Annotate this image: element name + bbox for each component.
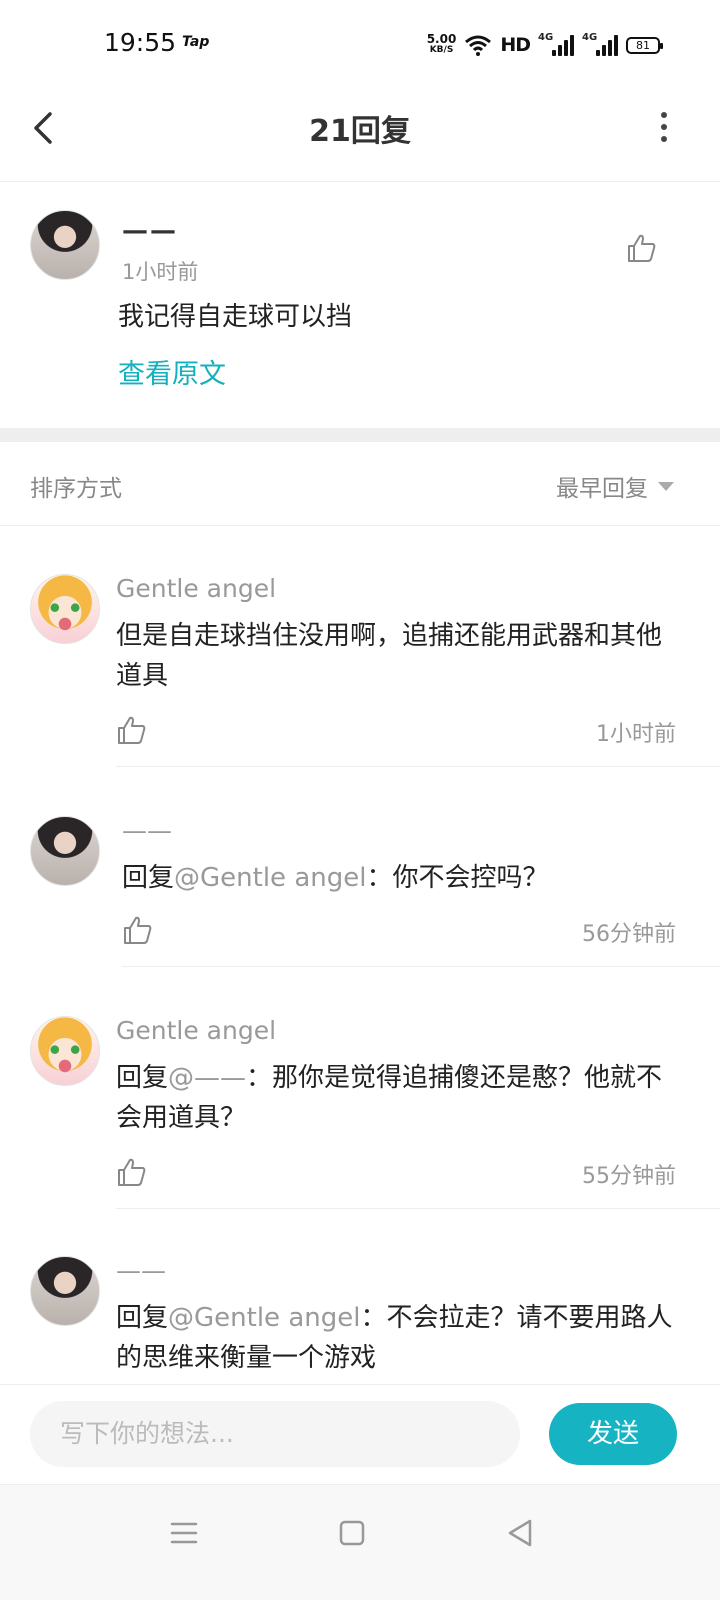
square-icon[interactable] — [332, 1513, 372, 1553]
avatar[interactable] — [30, 816, 100, 886]
thumbs-up-icon[interactable] — [626, 232, 658, 264]
original-comment: —— 1小时前 我记得自走球可以挡 查看原文 — [0, 182, 720, 428]
reply-text: 回复@Gentle angel：不会拉走？请不要用路人的思维来衡量一个游戏 — [116, 1303, 673, 1373]
triangle-back-icon[interactable] — [500, 1513, 540, 1553]
list-item: Gentle angel 回复@——：那你是觉得追捕傻还是憨？他就不会用道具？ … — [0, 1016, 720, 1210]
reply-time: 1小时前 — [596, 722, 676, 747]
mention-link[interactable]: @Gentle angel — [174, 863, 366, 893]
section-divider — [0, 428, 720, 442]
signal-icon-1: 4G — [538, 32, 574, 56]
caret-down-icon — [658, 481, 674, 491]
avatar[interactable] — [30, 210, 100, 280]
thumbs-up-icon[interactable] — [122, 914, 154, 946]
status-bar: 19:55 Tap 5.00 KB/S HD 4G 4G 81 — [0, 0, 720, 90]
battery-icon: 81 — [626, 36, 663, 54]
more-vertical-icon[interactable] — [658, 112, 670, 142]
network-speed: 5.00 KB/S — [426, 32, 457, 55]
comment-time: 1小时前 — [122, 260, 199, 284]
view-original-link[interactable]: 查看原文 — [118, 352, 226, 391]
list-item: —— 回复@Gentle angel：你不会控吗？ 56分钟前 — [0, 816, 720, 970]
sort-selected: 最早回复 — [556, 476, 648, 502]
page-header: 21回复 — [0, 90, 720, 182]
reply-author[interactable]: Gentle angel — [116, 574, 276, 603]
thumbs-up-icon[interactable] — [116, 714, 148, 746]
avatar[interactable] — [30, 1016, 100, 1086]
send-button[interactable]: 发送 — [549, 1403, 677, 1465]
menu-icon[interactable] — [164, 1513, 204, 1553]
reply-text: 回复@——：那你是觉得追捕傻还是憨？他就不会用道具？ — [116, 1063, 663, 1133]
avatar[interactable] — [30, 1256, 100, 1326]
comment-author[interactable]: —— — [122, 216, 178, 246]
battery-level: 81 — [636, 38, 650, 52]
sort-row: 排序方式 最早回复 — [0, 442, 720, 526]
wifi-icon — [465, 35, 492, 56]
mention-link[interactable]: @—— — [168, 1063, 246, 1093]
divider — [122, 966, 720, 967]
reply-time: 56分钟前 — [582, 922, 676, 947]
sort-dropdown[interactable]: 最早回复 — [556, 469, 674, 503]
status-icons: 5.00 KB/S HD 4G 4G 81 — [426, 30, 663, 60]
reply-time: 55分钟前 — [582, 1164, 676, 1189]
reply-author[interactable]: —— — [116, 1256, 166, 1285]
status-time: 19:55 — [104, 28, 177, 57]
reply-author[interactable]: Gentle angel — [116, 1016, 276, 1045]
comment-text: 我记得自走球可以挡 — [118, 302, 353, 332]
reply-text: 回复@Gentle angel：你不会控吗？ — [122, 863, 549, 893]
hd-indicator: HD — [500, 34, 531, 56]
app-badge: Tap — [182, 34, 210, 50]
system-nav-bar — [0, 1484, 720, 1600]
page-title: 21回复 — [309, 114, 411, 149]
list-item: —— 回复@Gentle angel：不会拉走？请不要用路人的思维来衡量一个游戏 — [0, 1256, 720, 1384]
comment-composer: 写下你的想法... 发送 — [0, 1384, 720, 1484]
reply-author[interactable]: —— — [122, 816, 172, 845]
list-item: Gentle angel 但是自走球挡住没用啊，追捕还能用武器和其他道具 1小时… — [0, 574, 720, 768]
divider — [116, 1208, 720, 1209]
mention-link[interactable]: @Gentle angel — [168, 1303, 360, 1333]
avatar[interactable] — [30, 574, 100, 644]
thumbs-up-icon[interactable] — [116, 1156, 148, 1188]
comment-input[interactable]: 写下你的想法... — [30, 1401, 520, 1467]
signal-icon-2: 4G — [582, 32, 618, 56]
reply-text: 但是自走球挡住没用啊，追捕还能用武器和其他道具 — [116, 621, 663, 691]
sort-label: 排序方式 — [30, 476, 122, 502]
divider — [116, 766, 720, 767]
